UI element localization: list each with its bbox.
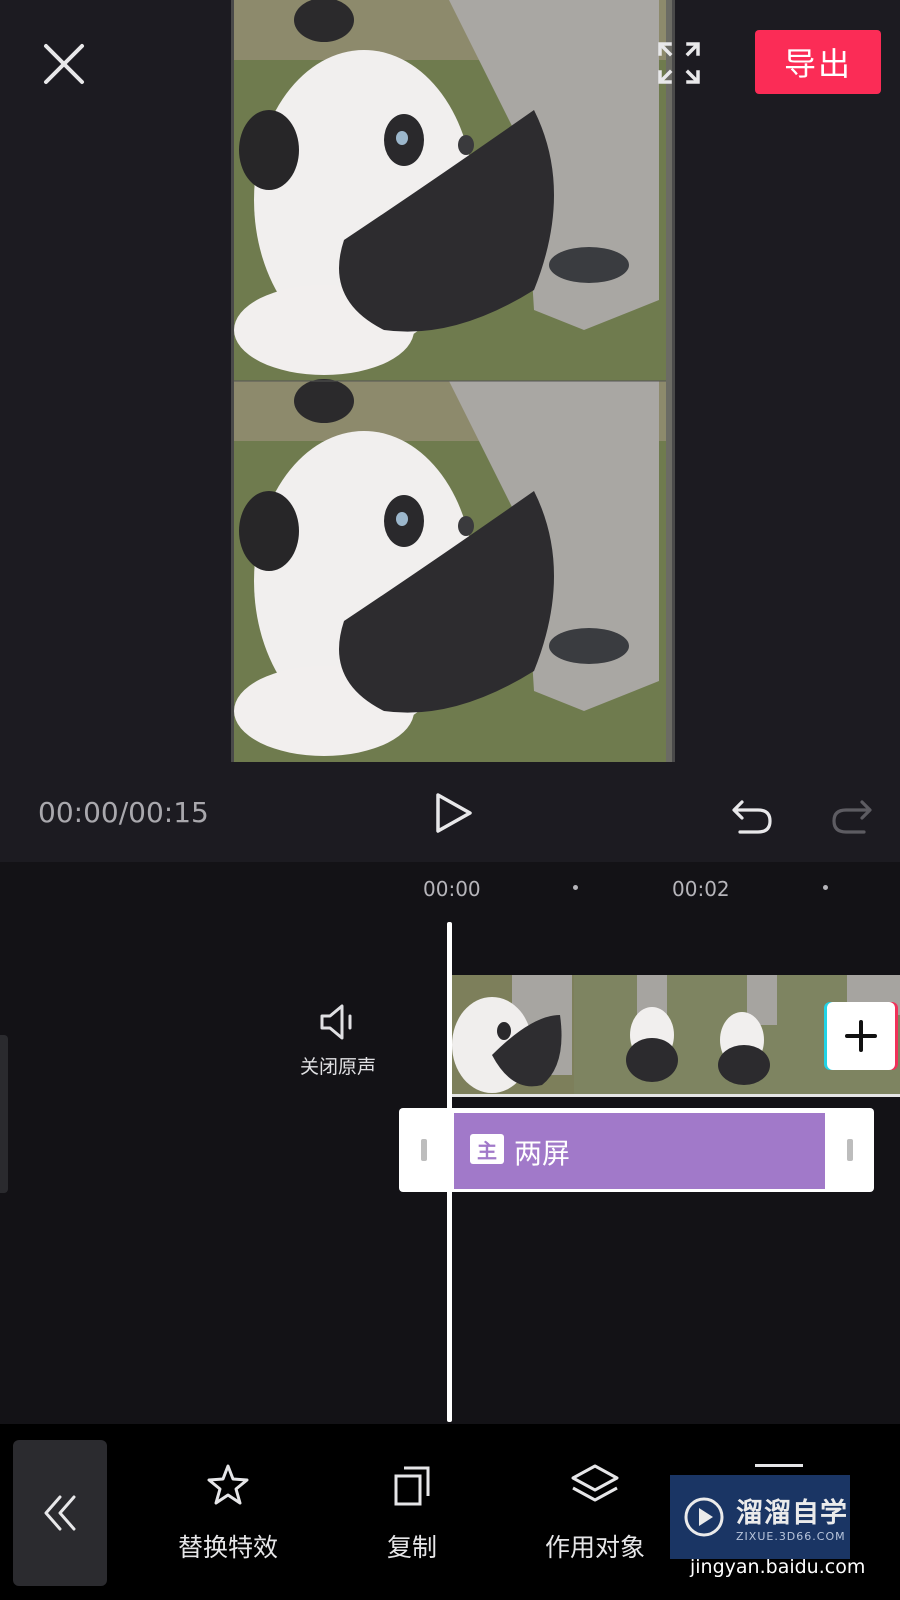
redo-icon	[832, 800, 872, 834]
play-icon	[436, 793, 472, 833]
undo-button[interactable]	[730, 792, 774, 836]
mute-original-audio-button[interactable]: 关闭原声	[290, 1000, 386, 1090]
fullscreen-button[interactable]	[654, 38, 704, 88]
tool-label: 作用对象	[544, 1533, 645, 1562]
watermark-subtitle: ZIXUE.3D66.COM	[736, 1530, 846, 1543]
back-button[interactable]	[13, 1440, 107, 1586]
playhead[interactable]	[447, 922, 452, 1422]
add-clip-button[interactable]	[827, 1002, 895, 1070]
effect-clip-right-handle[interactable]	[847, 1139, 853, 1161]
effect-name: 两屏	[514, 1137, 571, 1170]
video-preview[interactable]	[231, 0, 675, 762]
replace-effect-button[interactable]: 替换特效	[163, 1462, 293, 1564]
copy-button[interactable]: 复制	[347, 1462, 477, 1564]
ruler-label: 00:02	[672, 877, 730, 901]
redo-button[interactable]	[830, 792, 874, 836]
mute-label: 关闭原声	[299, 1056, 376, 1078]
double-chevron-left-icon	[44, 1495, 76, 1531]
timecode: 00:00/00:15	[38, 796, 209, 829]
effect-clip-left-handle[interactable]	[421, 1139, 427, 1161]
tool-label: 替换特效	[177, 1533, 278, 1562]
watermark-url: jingyan.baidu.com	[690, 1556, 866, 1578]
effect-clip-body[interactable]	[454, 1113, 825, 1189]
side-drawer-handle[interactable]	[0, 1035, 8, 1193]
fullscreen-icon	[658, 42, 700, 84]
speaker-icon	[320, 1004, 352, 1040]
watermark: 溜溜自学 ZIXUE.3D66.COM	[670, 1475, 850, 1559]
ruler-dot	[823, 885, 828, 890]
tool-label: 复制	[386, 1533, 437, 1562]
panda-video-image	[234, 0, 666, 762]
export-button[interactable]: 导出	[755, 30, 881, 94]
close-icon	[44, 44, 84, 84]
watermark-title: 溜溜自学	[736, 1498, 848, 1529]
ruler-label: 00:00	[423, 877, 481, 901]
close-button[interactable]	[38, 38, 90, 90]
layers-icon	[571, 1464, 619, 1502]
main-track-badge: 主	[470, 1134, 504, 1164]
play-button[interactable]	[430, 790, 476, 836]
sparkle-icon	[207, 1464, 249, 1505]
copy-icon	[394, 1466, 430, 1506]
ruler-dot	[573, 885, 578, 890]
undo-icon	[732, 800, 772, 834]
apply-target-button[interactable]: 作用对象	[530, 1462, 660, 1564]
play-circle-icon	[684, 1497, 724, 1537]
plus-icon	[845, 1020, 877, 1052]
